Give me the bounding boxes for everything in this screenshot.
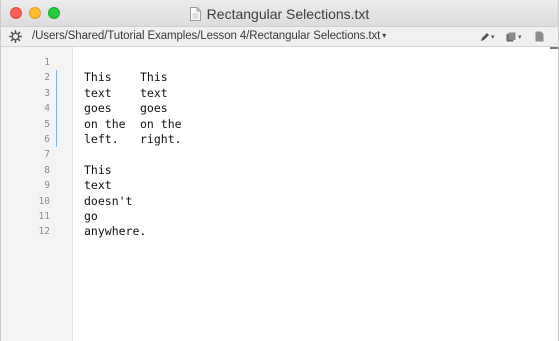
line-number: 6 <box>44 133 50 145</box>
left-column-text: anywhere. <box>84 224 147 239</box>
line-number: 4 <box>44 103 50 115</box>
window-title: Rectangular Selections.txt <box>206 5 370 22</box>
left-column-text: left. <box>84 131 119 146</box>
line-number: 12 <box>38 226 50 238</box>
line-number: 9 <box>44 180 50 192</box>
document-info-button[interactable] <box>535 30 544 43</box>
line-number: 2 <box>44 72 50 84</box>
left-column-text: text <box>84 85 112 100</box>
document-icon <box>535 31 544 42</box>
line-number: 8 <box>44 164 50 176</box>
file-path: /Users/Shared/Tutorial Examples/Lesson 4… <box>32 30 381 42</box>
path-bar: /Users/Shared/Tutorial Examples/Lesson 4… <box>1 27 558 47</box>
bookmark-menu-button[interactable]: ▾ <box>506 30 522 43</box>
rectangular-selection-marker <box>56 70 57 147</box>
chevron-down-icon: ▾ <box>518 33 522 41</box>
right-column-text: right. <box>140 131 182 146</box>
left-column-text: doesn't <box>84 193 133 208</box>
file-path-dropdown[interactable]: /Users/Shared/Tutorial Examples/Lesson 4… <box>32 30 386 42</box>
left-column-text: This <box>84 162 112 177</box>
line-number: 5 <box>44 118 50 130</box>
left-column-text: go <box>84 208 98 223</box>
gear-icon[interactable] <box>9 30 22 43</box>
left-column-text: on the <box>84 116 126 131</box>
line-number: 11 <box>38 210 50 222</box>
document-icon <box>189 6 201 21</box>
line-number: 1 <box>44 57 50 68</box>
line-number: 7 <box>44 149 50 161</box>
left-column-text: goes <box>84 101 112 116</box>
title-bar[interactable]: Rectangular Selections.txt <box>1 0 558 27</box>
chevron-down-icon: ▾ <box>491 33 495 41</box>
right-column-text: goes <box>140 101 168 116</box>
line-number: 3 <box>44 87 50 99</box>
editor-window: Rectangular Selections.txt /Users/Shared… <box>0 0 559 341</box>
right-column-text: on the <box>140 116 182 131</box>
pen-icon <box>481 32 489 41</box>
right-column-text: This <box>140 70 168 85</box>
right-column-text: text <box>140 85 168 100</box>
scroll-indicator[interactable] <box>550 47 558 49</box>
bookmark-stack-icon <box>506 32 516 41</box>
left-column-text: This <box>84 70 112 85</box>
pen-menu-button[interactable]: ▾ <box>480 30 495 43</box>
chevron-down-icon: ▾ <box>382 31 387 40</box>
line-number: 10 <box>38 195 50 207</box>
line-numbers: 1 2 3 4 5 6 7 8 9 10 11 12 <box>1 55 50 240</box>
left-column-text: text <box>84 178 112 193</box>
window-title-group: Rectangular Selections.txt <box>1 0 558 27</box>
